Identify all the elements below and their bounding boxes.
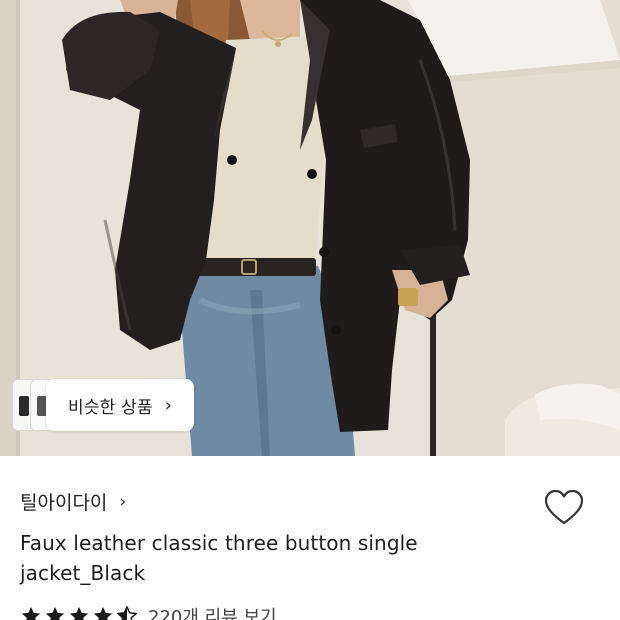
rating-reviews[interactable]: 220개 리뷰 보기: [20, 601, 277, 620]
star-icon: [21, 606, 41, 620]
wishlist-heart-icon[interactable]: [543, 488, 585, 528]
similar-products-button[interactable]: 비슷한 상품 ›: [46, 379, 194, 431]
product-info: 틸아이다이 › Faux leather classic three butto…: [0, 456, 620, 620]
product-image[interactable]: 비슷한 상품 ›: [0, 0, 620, 456]
star-half-icon: [117, 606, 137, 620]
chevron-right-icon: ›: [164, 394, 172, 416]
similar-products-label: 비슷한 상품: [67, 397, 153, 418]
star-rating: [20, 605, 138, 620]
review-count-link[interactable]: 220개 리뷰 보기: [148, 603, 277, 620]
star-icon: [93, 606, 113, 620]
similar-products-control: 비슷한 상품 ›: [12, 379, 194, 431]
brand-link[interactable]: 틸아이다이 ›: [20, 488, 126, 515]
product-title: Faux leather classic three button single…: [20, 531, 418, 585]
chevron-right-icon: ›: [119, 491, 127, 512]
star-icon: [45, 606, 65, 620]
star-icon: [69, 606, 89, 620]
brand-name: 틸아이다이: [20, 492, 108, 514]
similar-products-thumbnails[interactable]: [12, 379, 52, 431]
